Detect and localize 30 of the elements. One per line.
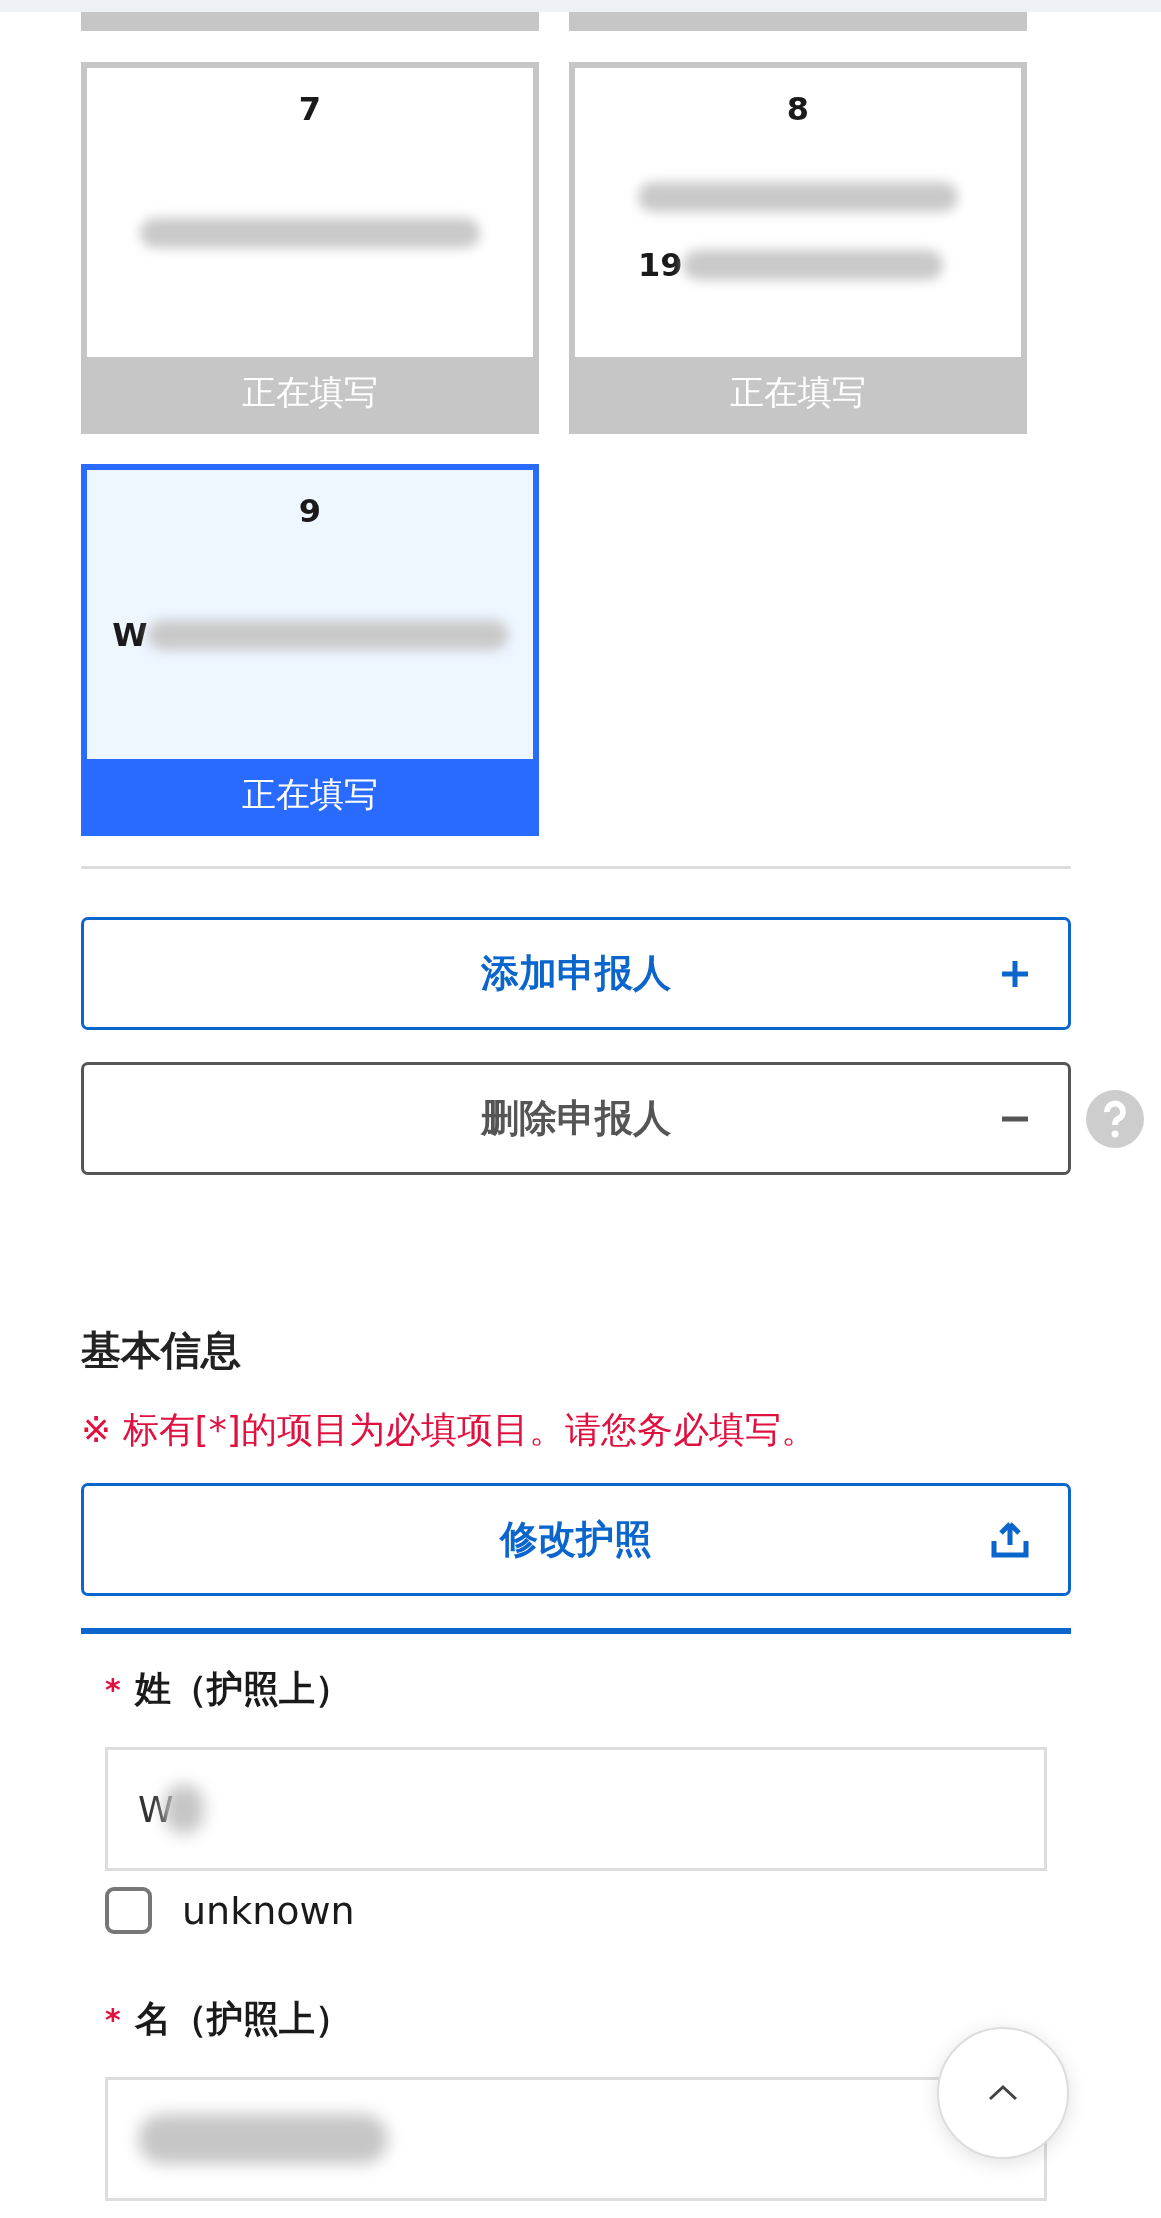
required-mark: * xyxy=(105,1671,121,1707)
status-label: 正在填写 xyxy=(241,772,379,816)
input-field[interactable] xyxy=(105,2077,1047,2201)
required-mark: * xyxy=(105,2001,121,2037)
add-applicant-button[interactable]: 添加申报人 xyxy=(81,917,1071,1030)
edit-passport-button[interactable]: 修改护照 xyxy=(81,1483,1071,1596)
status-label: 正在填写 xyxy=(729,370,867,414)
field-label: 姓（护照上） xyxy=(134,1666,351,1711)
applicant-card[interactable]: 7 正在填写 xyxy=(81,62,539,434)
applicant-number: 8 xyxy=(786,90,810,128)
status-label: 正在填写 xyxy=(241,370,379,414)
applicant-card[interactable]: 8 19 正在填写 xyxy=(569,62,1027,434)
applicant-detail: 19 xyxy=(638,245,683,284)
input-field[interactable]: W xyxy=(105,1747,1047,1871)
upload-icon xyxy=(990,1520,1030,1559)
checkbox[interactable] xyxy=(105,1887,152,1934)
applicant-number: 9 xyxy=(298,492,322,530)
applicant-card[interactable] xyxy=(569,12,1027,31)
help-icon[interactable] xyxy=(1085,1088,1145,1149)
applicant-card[interactable]: 9 W 正在填写 xyxy=(81,464,539,836)
applicant-detail: W xyxy=(112,615,148,654)
field-label: 名（护照上） xyxy=(134,1996,351,2041)
chevron-up-icon xyxy=(987,2083,1019,2103)
plus-icon xyxy=(1000,958,1030,989)
delete-applicant-button[interactable]: 删除申报人 xyxy=(81,1062,1071,1175)
applicant-card[interactable] xyxy=(81,12,539,31)
section-title: 基本信息 xyxy=(81,1326,242,1375)
applicant-number: 7 xyxy=(298,90,322,128)
required-note: ※ 标有[*]的项目为必填项目。请您务必填写。 xyxy=(81,1408,818,1452)
checkbox-label: unknown xyxy=(182,1888,355,1933)
